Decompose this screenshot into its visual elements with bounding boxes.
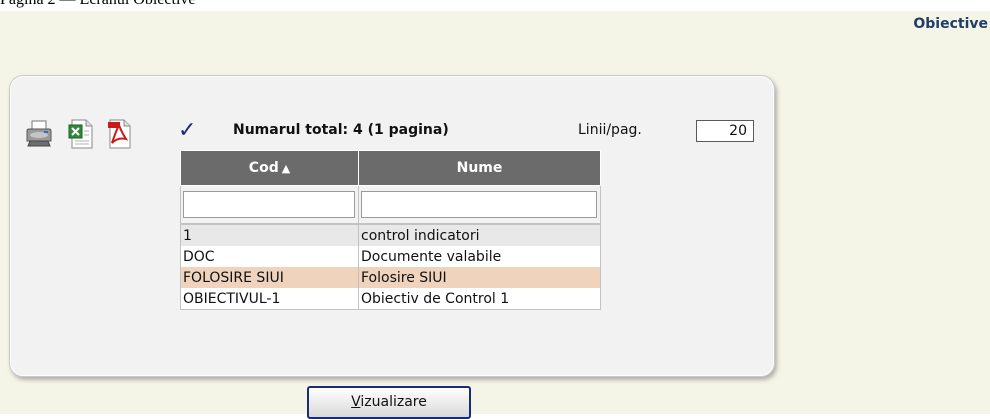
sort-ascending-icon: ▲ (281, 162, 291, 175)
page-title: Obiective (913, 16, 988, 32)
printer-icon[interactable] (24, 119, 54, 149)
column-header-cod-label: Cod (248, 160, 279, 176)
rows-per-page-label: Linii/pag. (578, 122, 642, 138)
cell-cod: FOLOSIRE SIUI (180, 267, 359, 288)
total-count: Numarul total: 4 (1 pagina) (233, 122, 449, 138)
check-icon[interactable]: ✓ (178, 120, 196, 142)
view-button[interactable]: Vizualizare (307, 386, 471, 419)
filter-cod-input[interactable] (183, 191, 355, 218)
cell-cod: 1 (180, 223, 359, 246)
table-row[interactable]: 1 control indicatori (180, 223, 601, 246)
page: Obiective ✓ Numarul total: 4 (1 pagina) … (0, 11, 990, 419)
view-button-label: izualizare (360, 394, 427, 410)
filter-row (180, 185, 601, 224)
rows-per-page-input[interactable] (696, 120, 754, 142)
filter-cell-nume (358, 185, 601, 224)
table-row[interactable]: OBIECTIVUL-1 Obiectiv de Control 1 (180, 288, 601, 310)
cell-nume: Obiectiv de Control 1 (358, 288, 601, 310)
cell-nume: Folosire SIUI (358, 267, 601, 288)
cell-cod: OBIECTIVUL-1 (180, 288, 359, 310)
filter-cell-cod (180, 185, 359, 224)
excel-icon[interactable] (68, 119, 94, 149)
objectives-table: Cod ▲ Nume 1 control indicatori DOC Docu… (180, 150, 601, 310)
filter-nume-input[interactable] (361, 191, 597, 218)
column-header-nume[interactable]: Nume (358, 150, 601, 186)
cell-cod: DOC (180, 246, 359, 267)
cell-nume: control indicatori (358, 223, 601, 246)
column-header-nume-label: Nume (456, 160, 503, 176)
table-row-selected[interactable]: FOLOSIRE SIUI Folosire SIUI (180, 267, 601, 288)
grid-panel: ✓ Numarul total: 4 (1 pagina) Linii/pag.… (9, 75, 775, 377)
table-row[interactable]: DOC Documente valabile (180, 246, 601, 267)
view-button-accesskey: V (351, 394, 361, 410)
top-caption: Pagina 2 — Ecranul Obiective (0, 0, 196, 9)
cell-nume: Documente valabile (358, 246, 601, 267)
column-header-cod[interactable]: Cod ▲ (180, 150, 359, 186)
pdf-icon[interactable] (106, 119, 132, 149)
